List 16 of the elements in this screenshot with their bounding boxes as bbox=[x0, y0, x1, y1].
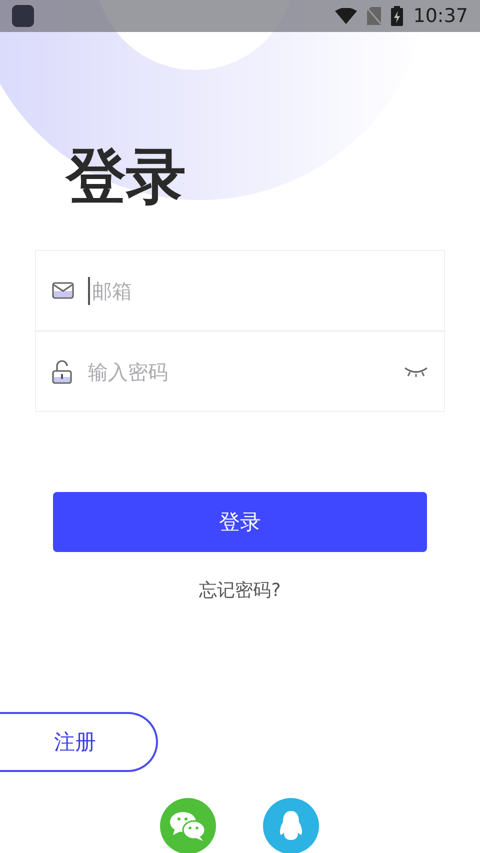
no-sim-icon bbox=[367, 7, 382, 25]
forgot-password-link[interactable]: 忘记密码? bbox=[199, 578, 281, 602]
envelope-icon bbox=[52, 282, 74, 299]
login-button[interactable]: 登录 bbox=[53, 492, 427, 552]
unlocked-padlock-icon bbox=[52, 360, 72, 384]
closed-eye-icon[interactable] bbox=[404, 366, 428, 378]
password-field[interactable]: 输入密码 bbox=[86, 358, 390, 384]
email-field[interactable]: 邮箱 bbox=[90, 278, 428, 304]
page-title: 登录 bbox=[66, 142, 187, 212]
battery-charging-icon bbox=[391, 6, 404, 26]
app-icon bbox=[12, 5, 34, 27]
penguin-icon bbox=[278, 810, 304, 842]
chat-bubbles-icon bbox=[168, 810, 206, 842]
wifi-icon bbox=[335, 8, 358, 24]
status-time: 10:37 bbox=[413, 5, 468, 27]
register-button[interactable]: 注册 bbox=[0, 712, 158, 772]
